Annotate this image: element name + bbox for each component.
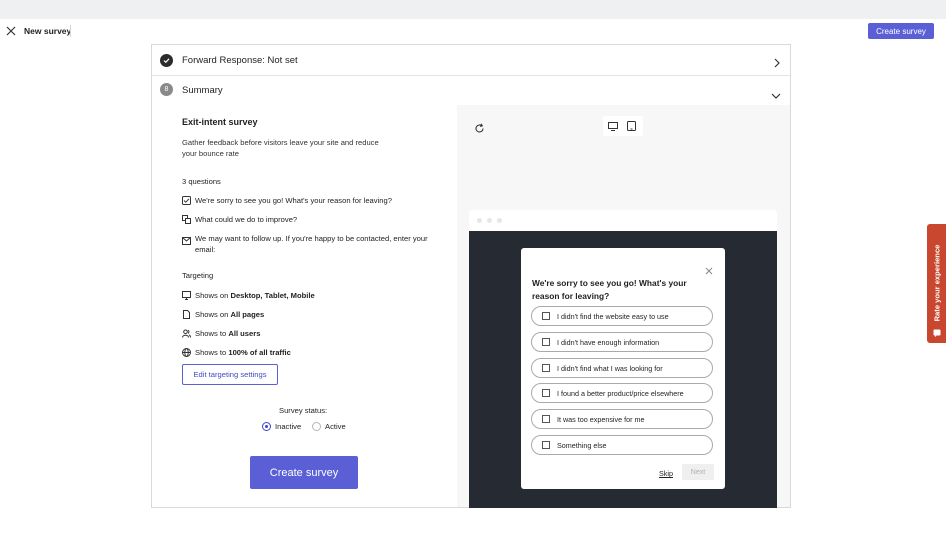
- checkbox[interactable]: [542, 441, 550, 449]
- survey-description: Gather feedback before visitors leave yo…: [182, 138, 379, 158]
- page-title: New survey: [24, 26, 72, 36]
- feedback-icon: [933, 324, 941, 337]
- monitor-icon: [182, 291, 191, 300]
- checkbox[interactable]: [542, 338, 550, 346]
- answer-option[interactable]: It was too expensive for me: [531, 409, 713, 429]
- window-dot: [477, 218, 482, 223]
- status-inactive-radio[interactable]: [262, 422, 271, 431]
- chat-bubbles-icon: [182, 215, 191, 224]
- status-active-radio[interactable]: [312, 422, 321, 431]
- window-dot: [487, 218, 492, 223]
- question-text: We're sorry to see you go! What's your r…: [195, 196, 392, 205]
- status-active-label: Active: [325, 422, 346, 431]
- divider: [70, 25, 71, 37]
- create-survey-button-top[interactable]: Create survey: [868, 23, 934, 39]
- step-number-badge: 8: [160, 83, 173, 96]
- check-icon: [160, 54, 173, 67]
- summary-title: Summary: [182, 85, 223, 96]
- email-icon: [182, 237, 191, 246]
- globe-icon: [182, 348, 191, 357]
- answer-option[interactable]: I didn't find what I was looking for: [531, 358, 713, 378]
- status-inactive-label: Inactive: [275, 422, 302, 431]
- survey-status-label: Survey status:: [279, 406, 328, 415]
- close-icon[interactable]: [705, 262, 713, 275]
- chevron-down-icon[interactable]: [771, 87, 781, 105]
- desktop-icon[interactable]: [607, 120, 619, 132]
- forward-response-row[interactable]: Forward Response: Not set: [152, 45, 790, 76]
- close-icon[interactable]: [6, 26, 16, 36]
- answer-option[interactable]: I didn't have enough information: [531, 332, 713, 352]
- survey-panel: Forward Response: Not set 8 Summary Exit…: [151, 44, 791, 508]
- question-text: We may want to follow up. If you're happ…: [195, 234, 428, 254]
- checkbox[interactable]: [542, 312, 550, 320]
- tablet-icon[interactable]: [625, 120, 637, 132]
- checkbox[interactable]: [542, 389, 550, 397]
- survey-preview: We're sorry to see you go! What's your r…: [457, 105, 790, 508]
- page-icon: [182, 310, 191, 319]
- answer-option[interactable]: I found a better product/price elsewhere: [531, 383, 713, 403]
- next-button[interactable]: Next: [682, 464, 714, 480]
- checkbox[interactable]: [542, 364, 550, 372]
- targeting-heading: Targeting: [182, 271, 214, 280]
- answer-option[interactable]: I didn't find the website easy to use: [531, 306, 713, 326]
- device-toggle: [603, 116, 643, 136]
- users-icon: [182, 329, 191, 338]
- top-bar: [0, 19, 946, 45]
- window-dot: [497, 218, 502, 223]
- survey-modal: We're sorry to see you go! What's your r…: [521, 248, 725, 489]
- rate-experience-tab[interactable]: Rate your experience: [927, 224, 946, 343]
- survey-type-heading: Exit-intent survey: [182, 117, 258, 127]
- modal-question: We're sorry to see you go! What's your r…: [532, 278, 687, 301]
- question-text: What could we do to improve?: [195, 215, 298, 224]
- refresh-icon[interactable]: [474, 121, 485, 133]
- edit-targeting-button[interactable]: Edit targeting settings: [182, 364, 278, 385]
- create-survey-button[interactable]: Create survey: [250, 456, 358, 489]
- questions-count: 3 questions: [182, 177, 221, 186]
- chevron-right-icon[interactable]: [773, 55, 781, 73]
- forward-response-title: Forward Response: Not set: [182, 55, 298, 66]
- browser-viewport: We're sorry to see you go! What's your r…: [469, 231, 777, 508]
- browser-mockup: We're sorry to see you go! What's your r…: [469, 210, 777, 508]
- skip-link[interactable]: Skip: [659, 469, 673, 478]
- top-strip: [0, 0, 946, 19]
- checkbox-icon: [182, 196, 191, 205]
- browser-chrome: [469, 210, 777, 231]
- checkbox[interactable]: [542, 415, 550, 423]
- summary-row[interactable]: 8 Summary: [152, 77, 790, 105]
- answer-option[interactable]: Something else: [531, 435, 713, 455]
